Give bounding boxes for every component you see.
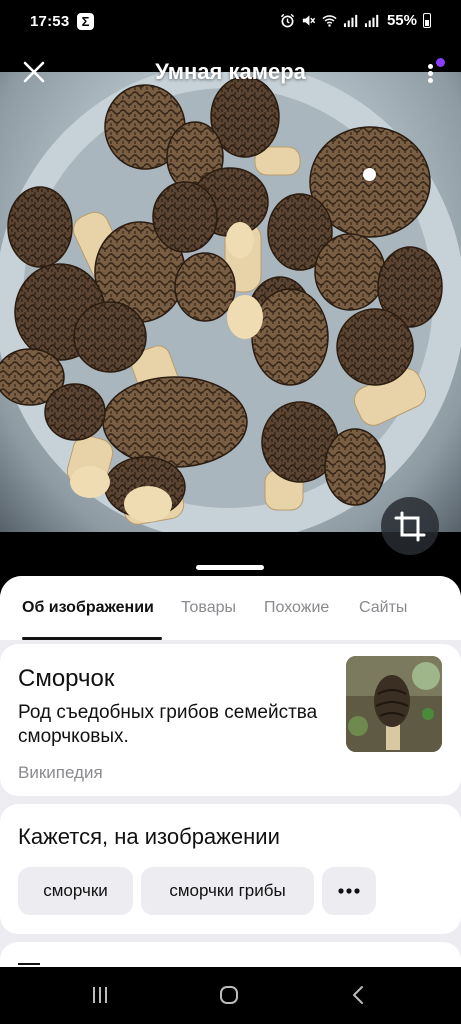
tab-bar: Об изображении Товары Похожие Сайты	[0, 576, 461, 640]
wiki-title: Сморчок	[18, 665, 115, 692]
crop-button[interactable]	[381, 497, 439, 555]
wiki-card[interactable]: Сморчок Род съедобных грибов семейства с…	[0, 644, 461, 796]
wifi-icon	[322, 15, 337, 27]
top-bar: Умная камера	[0, 50, 461, 98]
tab-about-image[interactable]: Об изображении	[22, 599, 154, 617]
signal-icon	[343, 14, 358, 28]
tab-similar[interactable]: Похожие	[264, 599, 329, 617]
detected-objects-card: Кажется, на изображении сморчки сморчки …	[0, 804, 461, 934]
alarm-icon	[280, 13, 295, 28]
mute-icon	[302, 15, 316, 26]
object-focus-point[interactable]	[363, 168, 376, 181]
tab-sites[interactable]: Сайты	[359, 599, 407, 617]
tab-products[interactable]: Товары	[181, 599, 236, 617]
detected-objects-title: Кажется, на изображении	[18, 824, 280, 849]
system-nav-bar	[0, 967, 461, 1024]
page-title: Умная камера	[155, 59, 306, 84]
app-notification-icon: Σ	[77, 13, 94, 30]
analyzed-photo[interactable]	[0, 72, 461, 532]
morel-mushrooms-image	[0, 72, 461, 532]
status-time: 17:53	[30, 13, 70, 30]
wiki-source[interactable]: Википедия	[18, 763, 103, 783]
sheet-drag-handle[interactable]	[196, 565, 264, 570]
results-sheet: Об изображении Товары Похожие Сайты Смор…	[0, 576, 461, 967]
status-bar: 17:53 Σ 55%	[0, 0, 461, 44]
battery-percent: 55%	[386, 12, 417, 29]
suggestion-chip[interactable]: сморчки	[18, 867, 133, 915]
back-icon[interactable]	[347, 983, 371, 1007]
crop-icon	[394, 511, 426, 542]
wiki-thumbnail[interactable]	[346, 656, 442, 752]
notification-dot	[436, 58, 445, 67]
recents-icon[interactable]	[88, 983, 112, 1007]
active-tab-indicator	[22, 637, 162, 640]
signal-icon	[364, 14, 379, 28]
more-horizontal-icon	[338, 888, 360, 894]
next-card	[0, 942, 461, 967]
home-icon[interactable]	[217, 983, 241, 1007]
wiki-description: Род съедобных грибов семейства сморчковы…	[18, 702, 318, 747]
more-chips-button[interactable]	[322, 867, 376, 915]
battery-icon	[423, 13, 431, 28]
suggestion-chip[interactable]: сморчки грибы	[141, 867, 314, 915]
status-icons: 55%	[280, 12, 431, 29]
more-vertical-icon[interactable]	[423, 56, 445, 88]
